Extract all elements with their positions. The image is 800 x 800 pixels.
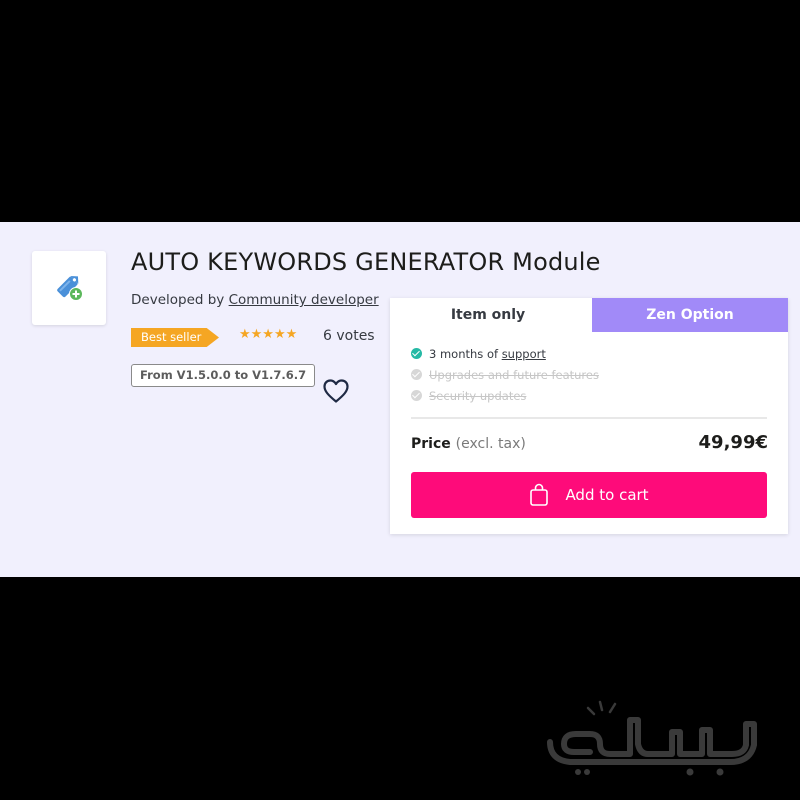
check-icon xyxy=(411,369,422,380)
support-link[interactable]: support xyxy=(502,347,546,361)
watermark-logo xyxy=(540,700,770,780)
divider xyxy=(411,417,767,419)
product-title: AUTO KEYWORDS GENERATOR Module xyxy=(131,248,601,276)
check-icon xyxy=(411,348,422,359)
tab-zen-option[interactable]: Zen Option xyxy=(592,298,788,332)
price-label: Price (excl. tax) xyxy=(411,436,526,452)
price-value: 49,99€ xyxy=(698,432,768,453)
feature-support: 3 months of support xyxy=(411,347,546,361)
add-to-cart-button[interactable]: Add to cart xyxy=(411,472,767,518)
product-thumbnail[interactable] xyxy=(32,251,106,325)
developer-link[interactable]: Community developer xyxy=(229,292,379,308)
heart-icon xyxy=(323,379,349,403)
tab-item-only[interactable]: Item only xyxy=(390,298,586,332)
developed-by-label: Developed by xyxy=(131,292,225,308)
price-note: (excl. tax) xyxy=(455,436,526,452)
votes-count[interactable]: 6 votes xyxy=(323,328,375,344)
feature-support-prefix: 3 months of xyxy=(429,347,502,361)
feature-security: Security updates xyxy=(411,389,526,403)
tag-add-icon xyxy=(57,275,83,301)
rating-stars: ★★★★★ xyxy=(239,327,298,342)
price-label-text: Price xyxy=(411,436,451,452)
feature-upgrades: Upgrades and future features xyxy=(411,368,599,382)
developer-line: Developed by Community developer xyxy=(131,292,379,308)
wishlist-button[interactable] xyxy=(322,378,350,404)
best-seller-badge: Best seller xyxy=(131,328,219,347)
shopping-bag-icon xyxy=(530,483,549,506)
feature-security-text: Security updates xyxy=(429,389,527,403)
purchase-card: Item only Zen Option 3 months of support… xyxy=(390,298,788,534)
feature-upgrades-text: Upgrades and future features xyxy=(429,368,599,382)
add-to-cart-label: Add to cart xyxy=(565,486,649,504)
check-icon xyxy=(411,390,422,401)
compatibility-badge: From V1.5.0.0 to V1.7.6.7 xyxy=(131,364,316,387)
